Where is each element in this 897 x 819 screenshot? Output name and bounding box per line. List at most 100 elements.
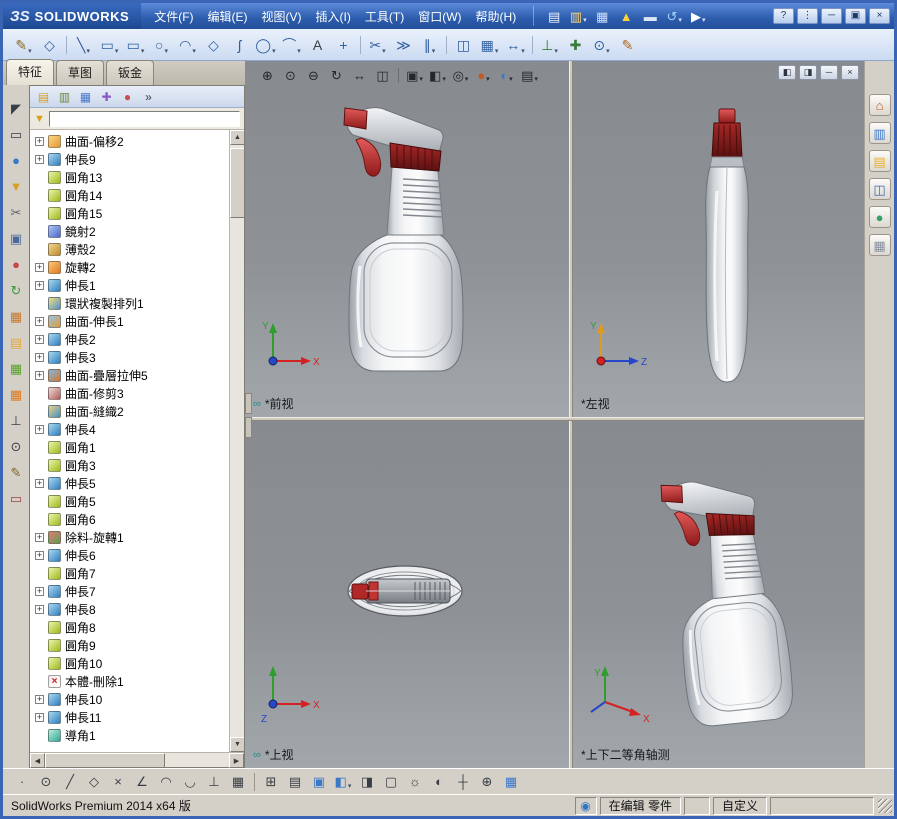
save-icon[interactable]: ▦ [590,6,614,26]
tree-expand-toggle[interactable]: + [35,334,44,344]
tree-item-surface-loft-5[interactable]: + 曲面-疊層拉伸5 [30,366,229,384]
smart-dimension-icon[interactable]: ◇ [37,33,62,57]
texture-icon[interactable]: ▦ [6,306,26,326]
display-planes-icon[interactable]: ◨ [356,772,378,792]
tree-item-fillet-14[interactable]: 圓角14 [30,186,229,204]
dropdown-arrow-icon[interactable]: ▾ [382,47,386,57]
snap-arc-icon[interactable]: ◠ [155,772,177,792]
tree-expand-toggle[interactable]: + [35,694,44,704]
dropdown-arrow-icon[interactable]: ▾ [297,47,301,57]
scroll-up-button[interactable]: ▲ [230,130,244,145]
section-display-icon[interactable]: ◧ ▾ [332,772,354,792]
spline-icon[interactable]: ʃ [227,33,252,57]
tree-horizontal-scrollbar[interactable]: ◀ ▶ [30,752,244,768]
tree-item-extrude-5[interactable]: + 伸長5 [30,474,229,492]
viewport-isometric[interactable]: Y X *上下二等角轴测 [573,421,864,768]
tree-item-extrude-7[interactable]: + 伸長7 [30,582,229,600]
tree-expand-toggle[interactable]: + [35,586,44,596]
dropdown-arrow-icon[interactable]: ▾ [432,47,436,57]
view-orientation-icon[interactable]: ▣ ▾ [404,65,425,85]
dropdown-arrow-icon[interactable]: ▾ [348,782,352,792]
eraser-icon[interactable]: ▭ [6,488,26,508]
ellipse-icon[interactable]: ◯ ▾ [253,33,278,57]
tree-item-fillet-3[interactable]: 圓角3 [30,456,229,474]
viewport-splitter-vertical[interactable] [569,61,573,768]
viewport-top[interactable]: X Z ∞ *上视 [245,421,569,768]
grid-settings-icon[interactable]: ⊞ [260,772,282,792]
tree-item-extrude-10[interactable]: + 伸長10 [30,690,229,708]
pan-icon[interactable]: ↔ [349,65,370,85]
arc-icon[interactable]: ◠ ▾ [175,33,200,57]
quick-snaps-icon[interactable]: ⊙ ▾ [589,33,614,57]
dropdown-arrow-icon[interactable]: ▾ [115,47,119,57]
tree-expand-toggle[interactable]: + [35,712,44,722]
tab-sketch[interactable]: 草图 [56,60,105,85]
status-custom[interactable]: 自定义 [712,796,767,815]
offset-entities-icon[interactable]: ∥ ▾ [417,33,442,57]
rapid-sketch-icon[interactable]: ✎ [615,33,640,57]
tree-item-fillet-7[interactable]: 圓角7 [30,564,229,582]
scissors-icon[interactable]: ✂ [6,202,26,222]
tree-item-fillet-8[interactable]: 圓角8 [30,618,229,636]
rebuild-icon[interactable]: ↻ [6,280,26,300]
appearances-scenes-icon[interactable]: ● [868,206,891,228]
dropdown-arrow-icon[interactable]: ▾ [554,47,558,57]
grid-icon[interactable]: ▦ [6,384,26,404]
snap-perpendicular-icon[interactable]: ⊥ [203,772,225,792]
new-document-icon[interactable]: ▤ [542,6,566,26]
convert-entities-icon[interactable]: ≫ [391,33,416,57]
tree-item-fillet-15[interactable]: 圓角15 [30,204,229,222]
apply-scene-icon[interactable]: ◐ ▾ [496,65,517,85]
tree-item-surface-extrude-1[interactable]: + 曲面-伸長1 [30,312,229,330]
straight-slot-icon[interactable]: ▭ ▾ [123,33,148,57]
tree-item-fillet-9[interactable]: 圓角9 [30,636,229,654]
snap-angle-icon[interactable]: ∠ [131,772,153,792]
dropdown-arrow-icon[interactable]: ▾ [486,75,490,85]
dropdown-arrow-icon[interactable]: ▾ [465,75,469,85]
move-entities-icon[interactable]: ↔ ▾ [503,33,528,57]
tree-item-surface-offset-2[interactable]: + 曲面-偏移2 [30,132,229,150]
polygon-icon[interactable]: ◇ [201,33,226,57]
trim-entities-icon[interactable]: ✂ ▾ [365,33,390,57]
scroll-right-button[interactable]: ▶ [229,753,244,768]
menu-help[interactable]: 帮助(H) [469,5,524,28]
undo-icon[interactable]: ↺ ▾ [662,6,686,26]
tree-item-extrude-3[interactable]: + 伸長3 [30,348,229,366]
tree-item-shell-2[interactable]: 薄殼2 [30,240,229,258]
hide-show-items-icon[interactable]: ◎ ▾ [450,65,471,85]
dropdown-arrow-icon[interactable]: ▾ [521,47,525,57]
alert-icon[interactable]: ▲ [614,6,638,26]
dropdown-arrow-icon[interactable]: ▾ [606,47,610,57]
tree-expand-toggle[interactable]: + [35,604,44,614]
zoom-to-area-icon[interactable]: ⊙ [280,65,301,85]
text-icon[interactable]: A [305,33,330,57]
zoom-in-out-icon[interactable]: ⊖ [303,65,324,85]
tree-item-chamfer-1[interactable]: 導角1 [30,726,229,744]
lights-icon[interactable]: ☼ [404,772,426,792]
shadow-icon[interactable]: ◐ [428,772,450,792]
scroll-left-button[interactable]: ◀ [30,753,45,768]
minimize-button[interactable]: ─ [821,8,842,24]
snap-center-icon[interactable]: ⊙ [35,772,57,792]
tree-item-surface-trim-3[interactable]: 曲面-修剪3 [30,384,229,402]
tree-item-extrude-6[interactable]: + 伸長6 [30,546,229,564]
corner-rectangle-icon[interactable]: ▭ ▾ [97,33,122,57]
dropdown-arrow-icon[interactable]: ▾ [192,47,196,57]
configurationmanager-icon[interactable]: ▦ [76,88,95,106]
featuremanager-tree-icon[interactable]: ▤ [34,88,53,106]
scroll-thumb-horizontal[interactable] [45,753,165,768]
grid-toggle-icon[interactable]: ▦ [500,772,522,792]
tree-expand-toggle[interactable]: + [35,154,44,164]
menu-window[interactable]: 窗口(W) [411,5,468,28]
resize-grip-icon[interactable] [878,798,892,813]
menu-view[interactable]: 视图(V) [255,5,309,28]
select-cursor-icon[interactable]: ▶ ▾ [686,6,710,26]
zoom-to-fit-icon[interactable]: ⊕ [257,65,278,85]
snap-line-icon[interactable]: ╱ [59,772,81,792]
tree-item-extrude-8[interactable]: + 伸長8 [30,600,229,618]
sketch-icon[interactable]: ✎ ▾ [11,33,36,57]
copy-icon[interactable]: ▣ [6,228,26,248]
minimize-pane-icon[interactable]: ─ [820,65,838,80]
menu-file[interactable]: 文件(F) [147,5,200,28]
dropdown-arrow-icon[interactable]: ▾ [678,16,682,26]
